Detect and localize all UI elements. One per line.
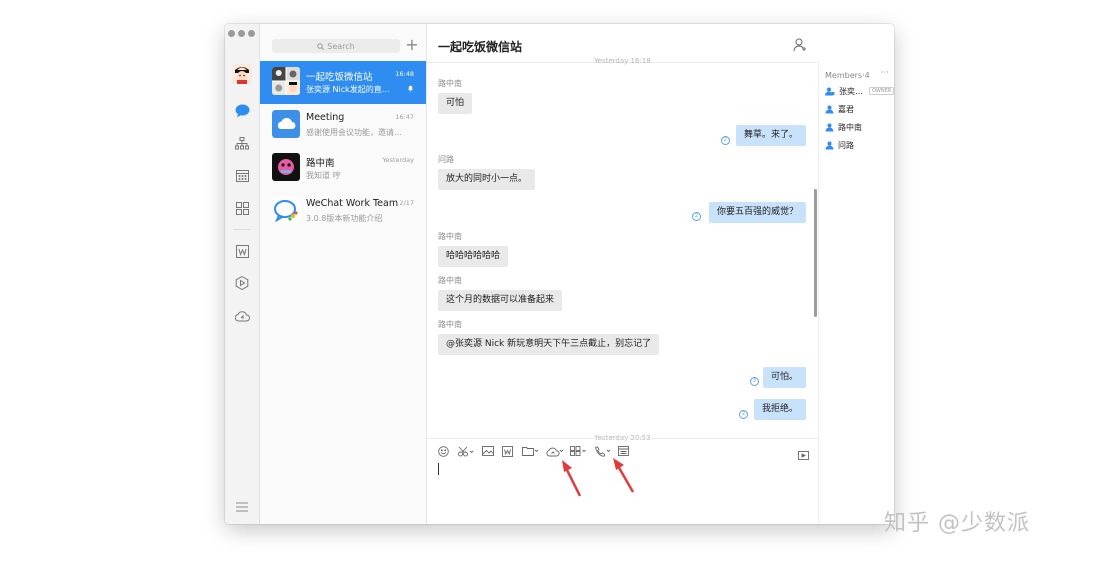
owner-badge: OWNER — [869, 87, 894, 95]
my-avatar[interactable] — [232, 64, 252, 84]
message-bubble[interactable]: 可怕 — [438, 93, 473, 114]
org-chart-icon[interactable] — [234, 135, 250, 151]
read-receipt[interactable]: 2 — [721, 136, 730, 145]
search-icon — [317, 42, 325, 50]
apps-grid-icon[interactable] — [570, 444, 594, 458]
chat-panel: 一起吃饭微信站 Yesterday 16:18 路中南 可怕 2 舞草。来了。 … — [427, 24, 818, 524]
conversation-preview: 张奕源 Nick发起的直… — [306, 85, 390, 94]
conversation-preview: 感谢使用会议功能，邀请… — [306, 128, 402, 137]
screenshot-scissors-icon[interactable] — [458, 444, 482, 458]
group-avatar — [272, 67, 300, 95]
cloud-drive-icon[interactable] — [234, 308, 250, 324]
calendar-icon[interactable] — [234, 167, 250, 183]
message-bubble[interactable]: @张奕源 Nick 新玩意明天下午三点截止，别忘记了 — [438, 334, 660, 355]
user-icon — [825, 123, 834, 131]
conversation-name: Meeting — [306, 112, 345, 123]
message-sender: 路中南 — [438, 276, 462, 285]
document-w-icon[interactable] — [502, 444, 522, 458]
message-bubble[interactable]: 放大的同时小一点。 — [438, 169, 536, 190]
owner-user-icon — [825, 87, 835, 95]
annotation-arrow-icon — [562, 460, 582, 497]
user-avatar — [272, 153, 300, 181]
member-name: 问路 — [838, 140, 854, 150]
members-title: Members·4 — [825, 71, 870, 80]
new-conversation-button[interactable]: + — [405, 36, 419, 54]
more-options-button[interactable]: ··· — [880, 68, 889, 78]
member-item[interactable]: 问路 — [825, 139, 854, 151]
document-w-icon[interactable] — [234, 243, 250, 259]
apps-grid-icon[interactable] — [234, 200, 250, 216]
conversation-item[interactable]: Meeting 16:47 感谢使用会议功能，邀请… — [260, 104, 426, 147]
conversation-item[interactable]: WeChat Work Team 2/17 3.0.8版本新功能介绍 — [260, 190, 426, 233]
conversation-item[interactable]: 路中南 Yesterday 我知道 哼 — [260, 147, 426, 190]
conversation-time: 16:47 — [395, 113, 414, 121]
message-bubble-self[interactable]: 舞草。来了。 — [735, 125, 806, 146]
conversation-time: 16:48 — [395, 70, 414, 78]
user-icon — [825, 105, 834, 113]
member-item[interactable]: 路中南 — [825, 121, 862, 133]
meeting-avatar — [272, 110, 300, 138]
conversation-item[interactable]: 一起吃饭微信站 16:48 张奕源 Nick发起的直… — [260, 61, 426, 104]
message-bubble-self[interactable]: 你要五百强的威觉？ — [708, 202, 806, 223]
rail-divider — [233, 229, 251, 230]
search-input[interactable]: Search — [272, 39, 400, 53]
member-name: 张奕… — [839, 86, 863, 96]
message-bubble[interactable]: 哈哈哈哈哈哈 — [438, 246, 509, 267]
conversation-preview: 3.0.8版本新功能介绍 — [306, 214, 383, 223]
add-member-icon[interactable] — [793, 37, 807, 56]
member-name: 路中南 — [838, 122, 862, 132]
message-sender: 路中南 — [438, 232, 462, 241]
composer-divider — [427, 438, 818, 439]
message-sender: 路中南 — [438, 320, 462, 329]
minimize-window-button[interactable] — [238, 30, 245, 37]
conversation-list: Search + 一起吃饭微信站 16:48 张奕源 Nick发起的直… Mee… — [260, 24, 427, 524]
emoji-icon[interactable] — [438, 444, 458, 458]
members-panel: Members·4 ··· 张奕… OWNER 嘉君 路中南 问路 — [818, 62, 894, 524]
date-separator: Yesterday 16:18 — [594, 57, 651, 65]
search-placeholder: Search — [327, 41, 355, 51]
conversation-name: 一起吃饭微信站 — [306, 72, 373, 83]
image-icon[interactable] — [482, 444, 502, 458]
watermark: 知乎 @少数派 — [884, 511, 1030, 536]
cloud-upload-icon[interactable] — [546, 444, 570, 458]
close-window-button[interactable] — [228, 30, 235, 37]
conversation-time: 2/17 — [399, 199, 414, 207]
member-name: 嘉君 — [838, 104, 854, 114]
conversation-time: Yesterday — [382, 156, 414, 164]
conversation-name: 路中南 — [306, 158, 335, 169]
conversation-preview: 我知道 哼 — [306, 171, 341, 180]
conversation-name: WeChat Work Team — [306, 198, 399, 209]
read-receipt[interactable]: 3 — [750, 377, 759, 386]
mute-bell-icon — [407, 85, 414, 94]
chat-scrollbar[interactable] — [814, 189, 817, 317]
member-item[interactable]: 张奕… OWNER — [825, 85, 894, 97]
wechat-work-avatar — [272, 196, 300, 224]
text-cursor[interactable] — [438, 463, 439, 475]
chat-icon[interactable] — [234, 103, 250, 119]
screen-share-icon[interactable] — [798, 445, 809, 464]
message-bubble[interactable]: 这个月的数据可以准备起来 — [438, 290, 563, 311]
zoom-window-button[interactable] — [248, 30, 255, 37]
nav-rail — [225, 24, 260, 524]
annotation-arrow-icon — [613, 458, 635, 493]
read-receipt[interactable]: 2 — [739, 410, 748, 419]
member-item[interactable]: 嘉君 — [825, 103, 854, 115]
hexagon-icon[interactable] — [234, 275, 250, 291]
folder-icon[interactable] — [522, 444, 546, 458]
window-controls — [228, 30, 255, 37]
chat-title: 一起吃饭微信站 — [438, 40, 523, 54]
message-sender: 问路 — [438, 155, 454, 164]
app-window: Search + 一起吃饭微信站 16:48 张奕源 Nick发起的直… Mee… — [225, 24, 894, 524]
user-icon — [825, 141, 834, 149]
message-sender: 路中南 — [438, 79, 462, 88]
menu-icon[interactable] — [234, 499, 250, 515]
message-bubble-self[interactable]: 可怕。 — [762, 367, 806, 388]
message-bubble-self[interactable]: 我拒绝。 — [753, 399, 806, 420]
read-receipt[interactable]: 2 — [692, 212, 701, 221]
